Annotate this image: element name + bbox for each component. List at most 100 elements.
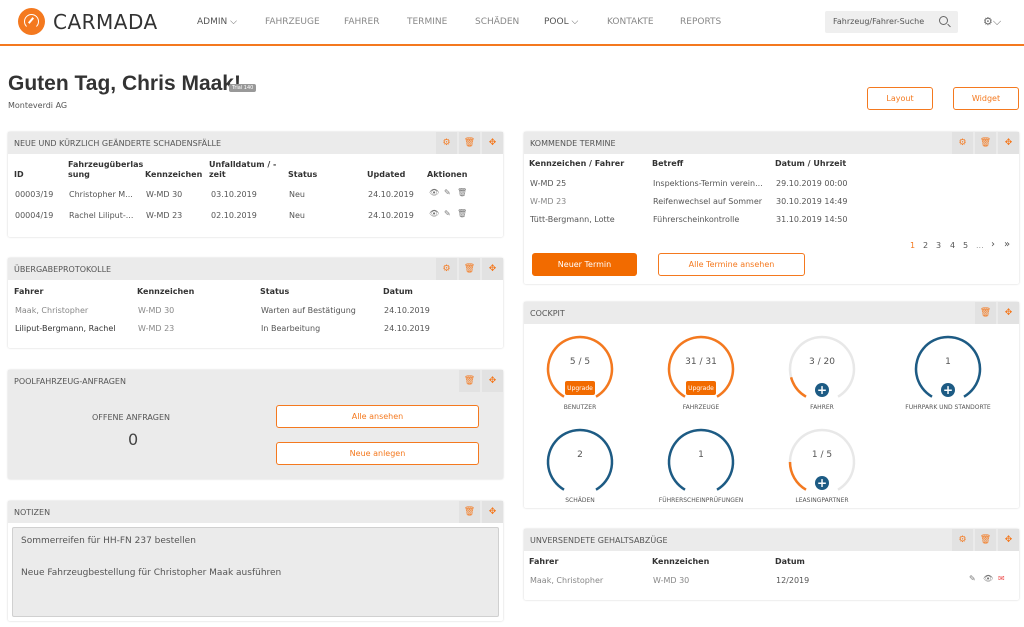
cell-driver: Maak, Christopher [530, 576, 604, 585]
nav-pool[interactable]: POOL ⌵ [544, 17, 578, 27]
nav-fahrzeuge[interactable]: FAHRZEUGE [265, 17, 320, 27]
move-icon[interactable]: ✥ [482, 132, 503, 154]
pencil-icon[interactable]: ✎ [444, 209, 451, 218]
nav-schaeden[interactable]: SCHÄDEN [475, 17, 519, 27]
gauge-label: FÜHRERSCHEINPRÜFUNGEN [658, 497, 744, 504]
column-header: Fahrer [14, 287, 44, 296]
plus-icon[interactable]: + [941, 383, 955, 397]
notes-textarea[interactable]: Sommerreifen für HH-FN 237 bestellen Neu… [12, 527, 499, 617]
gauge-value: 3 / 20 [809, 357, 835, 367]
search-input[interactable]: Fahrzeug/Fahrer-Suche [825, 11, 958, 33]
move-icon[interactable]: ✥ [482, 370, 503, 392]
plus-icon[interactable]: + [815, 383, 829, 397]
create-new-button[interactable]: Neue anlegen [276, 442, 479, 465]
gear-icon[interactable]: ⚙ [952, 132, 973, 154]
gauge-leasingpartner[interactable]: 1 / 5 + LEASINGPARTNER [782, 422, 862, 512]
next-page-icon[interactable]: › [991, 239, 995, 250]
new-appointment-button[interactable]: Neuer Termin [532, 253, 637, 276]
column-header: Kennzeichen [145, 170, 203, 179]
widget-header: COCKPIT 🗑 ✥ [524, 302, 1019, 324]
page-link[interactable]: 1 [910, 241, 915, 250]
cell-date: 02.10.2019 [211, 211, 257, 220]
gauge-value: 5 / 5 [569, 357, 591, 367]
page-ellipsis: ... [976, 241, 984, 250]
gauge-fuhrpark-und-standorte[interactable]: 1 + FUHRPARK UND STANDORTE [905, 329, 991, 419]
eye-icon[interactable]: 👁 [429, 209, 439, 218]
trash-icon[interactable]: 🗑 [459, 258, 480, 280]
cell-subject: Führerscheinkontrolle [653, 215, 740, 224]
upcoming-appointments-widget: KOMMENDE TERMINE ⚙ 🗑 ✥ Kennzeichen / Fah… [524, 132, 1019, 284]
chevron-down-icon: ⌵ [571, 17, 579, 27]
cell-subject: Inspektions-Termin verein... [653, 179, 763, 188]
cell-date: 24.10.2019 [384, 306, 430, 315]
settings-menu[interactable]: ⚙⌵ [983, 15, 1001, 29]
widget-header: UNVERSENDETE GEHALTSABZÜGE ⚙ 🗑 ✥ [524, 529, 1019, 551]
move-icon[interactable]: ✥ [482, 501, 503, 523]
nav-kontakte[interactable]: KONTAKTE [607, 17, 654, 27]
gauge-fahrer[interactable]: 3 / 20 + FAHRER [782, 329, 862, 419]
view-all-button[interactable]: Alle ansehen [276, 405, 479, 428]
move-icon[interactable]: ✥ [998, 132, 1019, 154]
gauge-progress [789, 376, 807, 398]
widget-header: POOLFAHRZEUG-ANFRAGEN 🗑 ✥ [8, 370, 503, 392]
eye-icon[interactable]: 👁 [429, 188, 439, 197]
cell-status: Neu [289, 190, 305, 199]
trash-icon[interactable]: 🗑 [459, 370, 480, 392]
trash-icon[interactable]: 🗑 [457, 188, 467, 197]
upgrade-button[interactable]: Upgrade [686, 381, 716, 395]
cell-plate: Tütt-Bergmann, Lotte [530, 215, 615, 224]
cell-id: 00004/19 [15, 211, 54, 220]
move-icon[interactable]: ✥ [998, 302, 1019, 324]
cell-driver: Rachel Liliput-... [69, 211, 134, 220]
plus-icon[interactable]: + [815, 476, 829, 490]
cockpit-widget: COCKPIT 🗑 ✥ 5 / 5 Upgrade BENUTZER 31 / 31 U… [524, 302, 1019, 508]
mail-icon[interactable]: ✉ [998, 574, 1005, 583]
open-requests-label: OFFENE ANFRAGEN [92, 413, 170, 422]
trash-icon[interactable]: 🗑 [975, 529, 996, 551]
column-header: Kennzeichen [652, 557, 710, 566]
page-link[interactable]: 5 [963, 241, 968, 250]
layout-button[interactable]: Layout [867, 87, 933, 110]
nav-reports[interactable]: REPORTS [680, 17, 721, 27]
pencil-icon[interactable]: ✎ [969, 574, 976, 583]
last-page-icon[interactable]: » [1004, 239, 1010, 250]
pencil-icon[interactable]: ✎ [444, 188, 451, 197]
gauge-benutzer[interactable]: 5 / 5 Upgrade BENUTZER [540, 329, 620, 419]
gauge-f-hrerscheinpr-fungen[interactable]: 1 FÜHRERSCHEINPRÜFUNGEN [659, 422, 743, 512]
move-icon[interactable]: ✥ [482, 258, 503, 280]
cell-id: 00003/19 [15, 190, 54, 199]
widget-button[interactable]: Widget [953, 87, 1019, 110]
gauge-fahrzeuge[interactable]: 31 / 31 Upgrade FAHRZEUGE [661, 329, 741, 419]
gauge-label: BENUTZER [563, 404, 597, 411]
gear-icon[interactable]: ⚙ [436, 132, 457, 154]
widget-title: NOTIZEN [14, 508, 51, 517]
nav-admin[interactable]: ADMIN ⌵ [197, 17, 237, 27]
logo[interactable]: CARMADA [18, 8, 158, 35]
upgrade-button[interactable]: Upgrade [565, 381, 595, 395]
cell-plate: W-MD 23 [530, 197, 567, 206]
column-header: Datum [775, 557, 805, 566]
page-link[interactable]: 2 [923, 241, 928, 250]
trash-icon[interactable]: 🗑 [459, 132, 480, 154]
eye-icon[interactable]: 👁 [983, 574, 993, 583]
gauge-progress [788, 461, 807, 491]
page-link[interactable]: 3 [936, 241, 941, 250]
page-title: Guten Tag, Chris Maak! [8, 72, 241, 95]
widget-title: POOLFAHRZEUG-ANFRAGEN [14, 377, 126, 386]
gauge-sch-den[interactable]: 2 SCHÄDEN [540, 422, 620, 512]
column-header: Fahrzeugüberlas sung [68, 160, 144, 179]
gear-icon[interactable]: ⚙ [952, 529, 973, 551]
pool-requests-widget: POOLFAHRZEUG-ANFRAGEN 🗑 ✥ OFFENE ANFRAGE… [8, 370, 503, 479]
nav-termine[interactable]: TERMINE [407, 17, 447, 27]
page-link[interactable]: 4 [950, 241, 955, 250]
trash-icon[interactable]: 🗑 [975, 302, 996, 324]
search-icon[interactable] [939, 16, 948, 25]
trash-icon[interactable]: 🗑 [459, 501, 480, 523]
trash-icon[interactable]: 🗑 [975, 132, 996, 154]
gauge-value: 1 [698, 450, 704, 460]
nav-fahrer[interactable]: FAHRER [344, 17, 379, 27]
gear-icon[interactable]: ⚙ [436, 258, 457, 280]
trash-icon[interactable]: 🗑 [457, 209, 467, 218]
move-icon[interactable]: ✥ [998, 529, 1019, 551]
all-appointments-button[interactable]: Alle Termine ansehen [658, 253, 805, 276]
